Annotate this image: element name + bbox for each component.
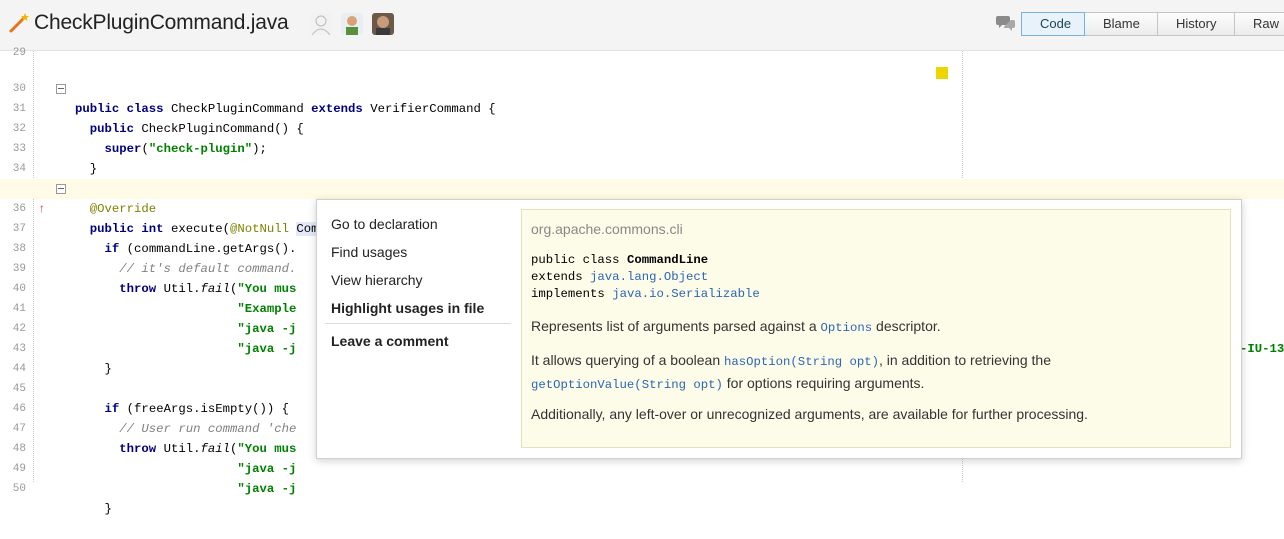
fold-toggle[interactable] [56,184,66,194]
menu-go-to-declaration[interactable]: Go to declaration [331,216,438,232]
author-avatar[interactable] [310,13,332,35]
raw-view-button[interactable]: Raw [1234,12,1284,36]
author-avatar[interactable] [372,13,394,35]
doc-link-object[interactable]: java.lang.Object [590,270,708,284]
doc-signature-implements: implements java.io.Serializable [531,287,760,301]
doc-signature-extends: extends java.lang.Object [531,270,709,284]
code-line: 34 [12,163,26,175]
magic-wand-icon [9,13,29,33]
history-view-button[interactable]: History [1157,12,1235,36]
menu-highlight-usages[interactable]: Highlight usages in file [331,300,484,316]
doc-link-serializable[interactable]: java.io.Serializable [612,287,760,301]
author-avatar[interactable] [341,13,363,35]
doc-paragraph: Additionally, any left-over or unrecogni… [531,406,1088,422]
doc-package: org.apache.commons.cli [531,221,683,237]
code-line: 33 } [12,143,98,176]
menu-find-usages[interactable]: Find usages [331,244,407,260]
code-line: 32 super("check-plugin"); [12,123,267,156]
doc-link-options[interactable]: Options [821,321,873,335]
menu-leave-comment[interactable]: Leave a comment [331,333,449,349]
code-view-button[interactable]: Code [1021,12,1085,36]
code-line-highlighted: 36↑ public int execute(@NotNull CommandL… [0,179,1284,236]
doc-signature-class: public class CommandLine [531,253,709,267]
symbol-popup: Go to declaration Find usages View hiera… [316,199,1242,459]
fold-toggle[interactable] [56,84,66,94]
doc-paragraph: It allows querying of a boolean hasOptio… [531,352,1051,392]
code-line: 50 } [12,483,112,516]
doc-link-hasoption[interactable]: hasOption(String opt) [724,355,879,369]
menu-divider [325,323,511,324]
code-line: 35 @Override [13,183,157,216]
doc-link-getoptionvalue[interactable]: getOptionValue(String opt) [531,378,723,392]
file-title: CheckPluginCommand.java [34,11,289,34]
menu-view-hierarchy[interactable]: View hierarchy [331,272,423,288]
blame-view-button[interactable]: Blame [1084,12,1158,36]
code-line: 30 public class CheckPluginCommand exten… [12,83,496,116]
documentation-panel: org.apache.commons.cli public class Comm… [521,209,1231,448]
comments-icon[interactable] [996,14,1016,32]
doc-paragraph: Represents list of arguments parsed agai… [531,318,941,335]
code-line: 31 public CheckPluginCommand() { [0,79,1284,136]
view-mode-buttons: Code Blame History Raw [1021,12,1284,36]
